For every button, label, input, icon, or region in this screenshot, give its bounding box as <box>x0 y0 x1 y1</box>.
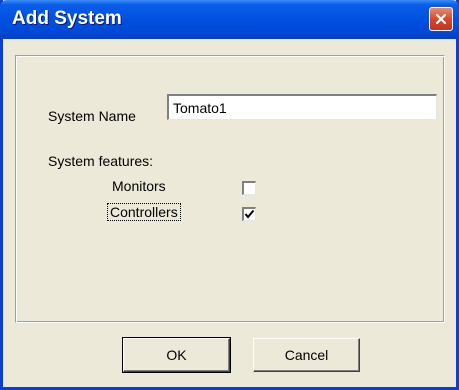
dialog-title: Add System <box>12 8 122 29</box>
cancel-button[interactable]: Cancel <box>253 338 360 372</box>
system-features-label: System features: <box>48 153 154 169</box>
system-name-input[interactable] <box>167 94 437 120</box>
close-button[interactable] <box>429 7 453 31</box>
ok-button[interactable]: OK <box>122 337 231 373</box>
close-icon <box>435 13 447 25</box>
title-bar[interactable]: Add System <box>0 0 459 39</box>
monitors-checkbox[interactable] <box>242 181 256 195</box>
checkmark-icon <box>244 209 255 219</box>
add-system-dialog: Add System <box>0 0 459 390</box>
controllers-checkbox[interactable] <box>242 207 256 221</box>
controllers-label[interactable]: Controllers <box>107 203 181 221</box>
system-name-label: System Name <box>48 108 136 124</box>
monitors-label[interactable]: Monitors <box>112 178 166 194</box>
